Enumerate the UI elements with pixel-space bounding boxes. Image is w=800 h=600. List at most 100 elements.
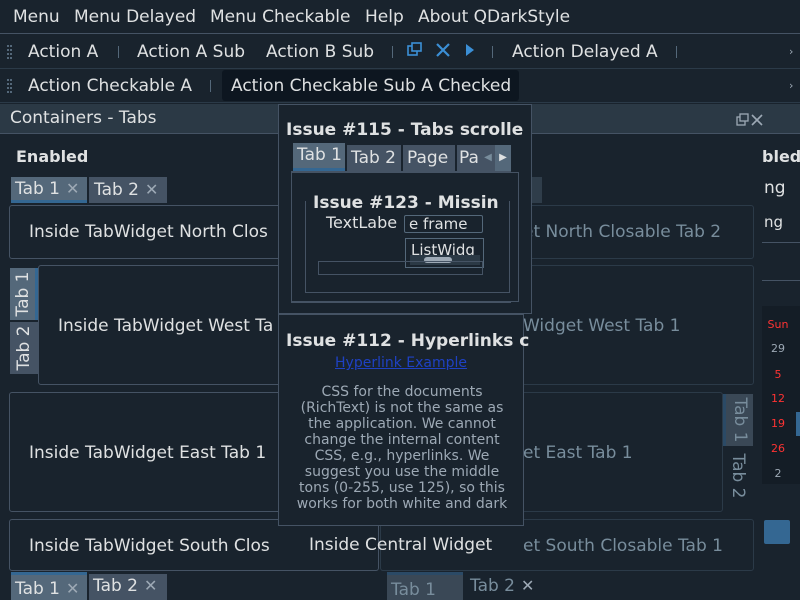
- disabled-tab-south-1: Tab 1: [387, 572, 463, 600]
- hyperlink-example[interactable]: Hyperlink Example: [335, 355, 467, 371]
- issue115-tab-1[interactable]: Tab 1: [293, 143, 345, 171]
- tab-label: Tab 1: [15, 179, 60, 199]
- tab-north-content: Inside TabWidget North Clos: [29, 222, 268, 242]
- tab-west-2[interactable]: Tab 2: [10, 322, 38, 374]
- calendar-day[interactable]: 29: [763, 342, 793, 355]
- issue115-tab-pa[interactable]: Pa: [457, 145, 481, 171]
- close-icon[interactable]: ✕: [144, 576, 157, 595]
- tab-south-1[interactable]: Tab 1 ✕: [11, 572, 87, 600]
- action-checkable-a-button[interactable]: Action Checkable A: [28, 76, 192, 96]
- scroll-left-button[interactable]: ◀: [481, 145, 495, 171]
- right-section-label: bled: [762, 147, 800, 166]
- tab-label: Page: [407, 148, 449, 168]
- toolbar-separator: [676, 46, 677, 58]
- tab-label: Tab 1: [391, 580, 436, 600]
- issue123-slider[interactable]: [318, 261, 483, 275]
- doc-line: suggest you use the middle: [304, 464, 500, 480]
- disabled-tab-north-content: et North Closable Tab 2: [523, 222, 722, 242]
- tab-north-2[interactable]: Tab 2 ✕: [89, 177, 167, 203]
- action-b-sub-button[interactable]: Action B Sub: [266, 42, 374, 62]
- toolbar-handle[interactable]: [7, 79, 12, 93]
- issue-115-title: Issue #115 - Tabs scrolle: [286, 120, 524, 140]
- doc-line: (RichText) is not the same as: [300, 400, 504, 416]
- tab-south-2[interactable]: Tab 2 ✕: [89, 574, 167, 600]
- right-fragment-2: ng: [764, 213, 784, 231]
- enabled-label: Enabled: [16, 147, 89, 166]
- menu-checkable[interactable]: Menu Checkable: [210, 7, 350, 27]
- menu-about[interactable]: About QDarkStyle: [418, 7, 570, 27]
- tab-label: Tab 1: [15, 579, 60, 599]
- close-icon[interactable]: [434, 41, 452, 63]
- menu-delayed[interactable]: Menu Delayed: [74, 7, 196, 27]
- tab-south-content: Inside TabWidget South Clos: [29, 536, 270, 556]
- close-icon: ✕: [521, 576, 535, 595]
- close-icon[interactable]: ✕: [66, 579, 79, 598]
- tab-west-content: Inside TabWidget West Ta: [58, 316, 274, 336]
- tab-west-1[interactable]: Tab 1: [10, 268, 38, 320]
- toolbar-separator: [210, 80, 211, 92]
- dock-title: Containers - Tabs: [10, 108, 157, 128]
- tab-label: Tab 2: [351, 148, 396, 168]
- doc-line: the application. We cannot: [308, 416, 496, 432]
- tab-east-content: Inside TabWidget East Tab 1: [29, 443, 267, 463]
- doc-line: change the internal content: [304, 432, 500, 448]
- doc-line: CSS, e.g., hyperlinks. We: [314, 448, 490, 464]
- disabled-tab-east-content: et East Tab 1: [523, 443, 633, 463]
- disabled-tab-east-2: Tab 2: [723, 447, 753, 505]
- toolbar-extension-icon[interactable]: ›: [789, 79, 793, 92]
- doc-line: CSS for the documents: [321, 384, 483, 400]
- issue112-document: CSS for the documents (RichText) is not …: [287, 384, 517, 512]
- toolbar-2: Action Checkable A Action Checkable Sub …: [0, 69, 800, 103]
- issue123-frame-input[interactable]: e frame: [404, 215, 483, 233]
- issue115-tab-page[interactable]: Page: [403, 145, 455, 171]
- issue123-textlabel: TextLabe: [326, 213, 398, 232]
- toolbar-1: Action A Action A Sub Action B Sub Actio…: [0, 35, 800, 69]
- calendar-day[interactable]: 19: [763, 417, 793, 430]
- divider: [762, 242, 800, 243]
- tab-north-1[interactable]: Tab 1 ✕: [11, 177, 87, 203]
- calendar-day[interactable]: 5: [763, 368, 793, 381]
- close-icon[interactable]: ✕: [145, 180, 158, 199]
- issue-112-title: Issue #112 - Hyperlinks c: [286, 331, 530, 351]
- action-a-sub-button[interactable]: Action A Sub: [137, 42, 245, 62]
- progress-bar: [764, 520, 790, 544]
- action-delayed-a-button[interactable]: Action Delayed A: [512, 42, 658, 62]
- issue115-tab-2[interactable]: Tab 2: [347, 145, 401, 171]
- central-widget-label: Inside Central Widget: [309, 535, 493, 555]
- dock-float-icon[interactable]: [736, 112, 750, 131]
- calendar-day[interactable]: 12: [763, 392, 793, 405]
- tab-label: Tab 1: [12, 271, 33, 317]
- menu-menu[interactable]: Menu: [13, 7, 60, 27]
- tab-label: Tab 2: [728, 453, 748, 499]
- toolbar-separator: [118, 46, 119, 58]
- scroll-right-button[interactable]: ▶: [495, 145, 511, 171]
- doc-line: tons (0-255, use 125), so this: [299, 480, 505, 496]
- tab-label: Tab 1: [297, 145, 342, 165]
- toolbar-extension-icon[interactable]: ›: [789, 45, 793, 58]
- doc-line: works for both white and dark: [296, 496, 508, 512]
- toolbar-separator: [392, 46, 393, 58]
- tab-label: Tab 2: [94, 180, 139, 200]
- action-checkable-sub-a-checked-button[interactable]: Action Checkable Sub A Checked: [231, 76, 511, 96]
- calendar-day-header: Sun: [767, 318, 789, 331]
- action-a-button[interactable]: Action A: [28, 42, 98, 62]
- menu-bar: Menu Menu Delayed Menu Checkable Help Ab…: [0, 0, 800, 34]
- dock-close-icon[interactable]: [750, 112, 764, 131]
- tab-label: Pa: [459, 148, 479, 168]
- float-icon[interactable]: [406, 41, 424, 63]
- tab-label: Tab 2: [93, 576, 138, 596]
- disabled-tab-east-1: Tab 1: [723, 394, 753, 446]
- disabled-tab-south-content: et South Closable Tab 1: [523, 536, 723, 556]
- divider: [762, 280, 800, 281]
- disabled-tab-south-2: Tab 2 ✕: [465, 574, 545, 600]
- calendar-day[interactable]: 26: [763, 442, 793, 455]
- toolbar-separator: [492, 46, 493, 58]
- play-icon[interactable]: [462, 41, 478, 63]
- right-fragment-1: ng: [764, 178, 786, 198]
- calendar-day[interactable]: 2: [763, 467, 793, 480]
- issue-123-dock: Issue #123 - Missin TextLabe e frame Lis…: [291, 172, 519, 302]
- calendar-selection: [796, 412, 800, 436]
- menu-help[interactable]: Help: [365, 7, 404, 27]
- toolbar-handle[interactable]: [7, 45, 12, 59]
- close-icon[interactable]: ✕: [66, 179, 79, 198]
